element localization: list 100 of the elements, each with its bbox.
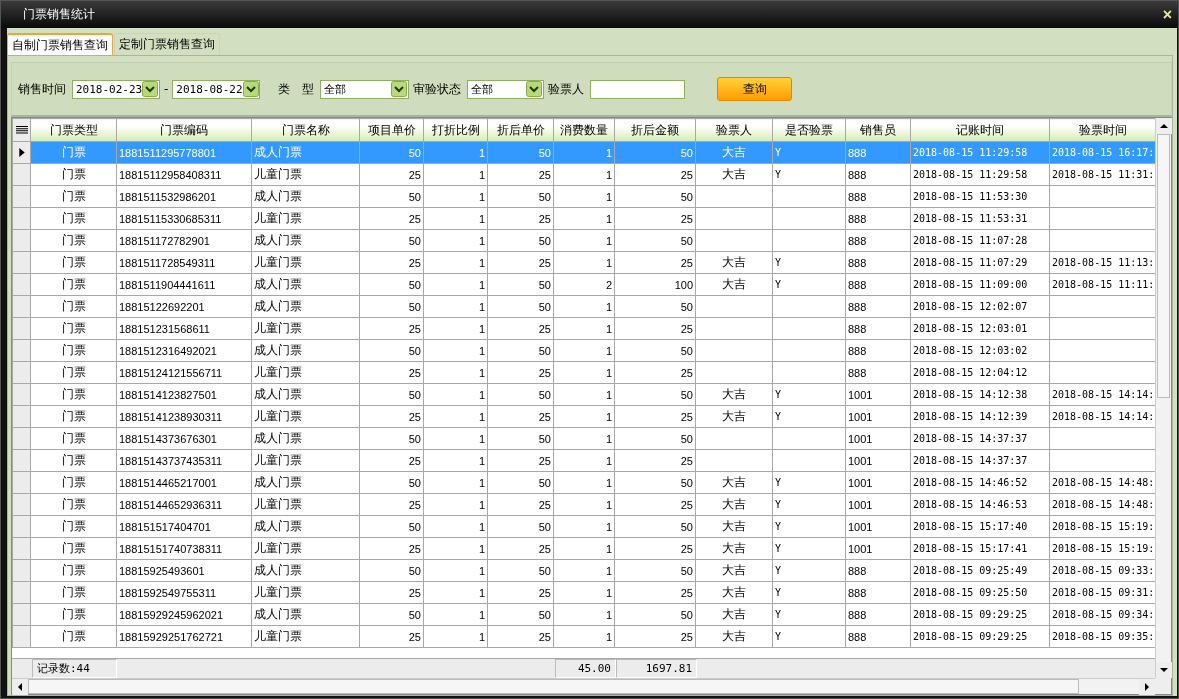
column-header[interactable]: 门票类型 (30, 118, 117, 142)
table-cell: Y (772, 251, 846, 274)
column-header[interactable]: 折后金额 (614, 118, 696, 142)
close-button[interactable]: × (1162, 6, 1172, 23)
quantity-total: 45.00 (555, 659, 616, 678)
column-header[interactable]: 消费数量 (553, 118, 615, 142)
table-cell: 1 (553, 559, 615, 582)
column-header[interactable]: 是否验票 (772, 118, 846, 142)
tab[interactable]: 自制门票销售查询 (7, 33, 113, 55)
table-cell: 1 (553, 449, 615, 472)
table-cell: 1 (553, 229, 615, 252)
range-separator: - (164, 82, 169, 96)
column-header[interactable]: 验票时间 (1049, 118, 1155, 142)
window-title: 门票销售统计 (23, 6, 95, 23)
table-cell: 成人门票 (251, 339, 360, 362)
table-cell: 18815151740738311 (116, 537, 252, 560)
table-cell: 1 (423, 427, 488, 450)
table-cell: 888 (845, 361, 911, 384)
query-button[interactable]: 查询 (717, 77, 793, 101)
table-cell: 儿童门票 (251, 361, 360, 384)
table-cell: 1 (423, 295, 488, 318)
table-cell: 50 (487, 383, 554, 406)
column-header[interactable]: 门票名称 (251, 118, 360, 142)
table-cell: 儿童门票 (251, 207, 360, 230)
table-cell: 1881511728549311 (116, 251, 252, 274)
table-cell: Y (772, 559, 846, 582)
table-cell: 25 (487, 251, 554, 274)
table-cell: 大吉 (695, 273, 773, 296)
table-cell: 成人门票 (251, 383, 360, 406)
table-cell: 25 (359, 317, 424, 340)
table-cell: 25 (487, 581, 554, 604)
table-cell: 888 (845, 185, 911, 208)
table-cell: 门票 (30, 625, 117, 648)
table-cell: 888 (845, 581, 911, 604)
table-cell: 2018-08-15 15:17:40 (910, 515, 1050, 538)
table-cell: 18815929245962021 (116, 603, 252, 626)
field-label: 类 型 (278, 80, 315, 98)
table-cell: 门票 (30, 273, 117, 296)
table-cell: 成人门票 (251, 273, 360, 296)
table-cell: 25 (614, 251, 696, 274)
table-cell: 1881592549755311 (116, 581, 252, 604)
column-header[interactable]: 销售员 (845, 118, 911, 142)
table-cell: 50 (359, 229, 424, 252)
table-cell: 25 (359, 581, 424, 604)
table-cell: 2018-08-15 11:53:31 (910, 207, 1050, 230)
table-cell: 门票 (30, 207, 117, 230)
table-cell: 18815122692201 (116, 295, 252, 318)
table-cell: 50 (487, 515, 554, 538)
table-cell: 2018-08-15 11:07:29 (910, 251, 1050, 274)
table-cell: 50 (359, 427, 424, 450)
column-header[interactable]: 项目单价 (359, 118, 424, 142)
column-header[interactable]: 打折比例 (423, 118, 488, 142)
table-cell: 2018-08-15 12:04:12 (910, 361, 1050, 384)
table-cell: 大吉 (695, 581, 773, 604)
table-cell: 1 (423, 625, 488, 648)
tab[interactable]: 定制门票销售查询 (114, 33, 220, 55)
table-cell: 18815929251762721 (116, 625, 252, 648)
table-cell: 门票 (30, 339, 117, 362)
table-cell: 25 (359, 625, 424, 648)
table-cell: 50 (359, 185, 424, 208)
table-cell: 大吉 (695, 471, 773, 494)
date-picker[interactable]: 2018-08-22 (172, 79, 261, 99)
table-cell: 儿童门票 (251, 493, 360, 516)
table-cell: 888 (845, 317, 911, 340)
table-cell: 门票 (30, 515, 117, 538)
table-cell: 门票 (30, 559, 117, 582)
table-cell: 2018-08-15 09:25:49 (910, 559, 1050, 582)
table-cell: 50 (614, 339, 696, 362)
column-header[interactable]: 记账时间 (910, 118, 1050, 142)
table-cell: 1 (423, 361, 488, 384)
column-header[interactable]: 验票人 (695, 118, 773, 142)
table-cell: 1001 (845, 427, 911, 450)
table-cell: 儿童门票 (251, 251, 360, 274)
table-cell: 门票 (30, 493, 117, 516)
table-cell: 25 (487, 405, 554, 428)
table-cell: 1001 (845, 383, 911, 406)
table-cell: 门票 (30, 361, 117, 384)
table-cell: 2018-08-15 11:07:28 (910, 229, 1050, 252)
table-cell: 1 (423, 471, 488, 494)
table-cell: 1 (553, 207, 615, 230)
type-dropdown[interactable]: 全部 (320, 79, 410, 99)
table-cell: 2018-08-15 09:29:25 (910, 625, 1050, 648)
table-cell: 25 (487, 361, 554, 384)
table-cell: 25 (614, 537, 696, 560)
table-cell: 1 (423, 339, 488, 362)
table-cell: 1 (423, 383, 488, 406)
table-cell: 门票 (30, 471, 117, 494)
table-cell: 2018-08-15 12:03:01 (910, 317, 1050, 340)
table-cell: Y (772, 471, 846, 494)
column-header[interactable]: 折后单价 (487, 118, 554, 142)
column-header[interactable]: 门票编码 (116, 118, 252, 142)
table-cell: 50 (614, 603, 696, 626)
table-cell: 1 (553, 383, 615, 406)
table-cell: 25 (487, 207, 554, 230)
table-cell: 成人门票 (251, 295, 360, 318)
status-dropdown[interactable]: 全部 (467, 79, 545, 99)
table-cell: Y (772, 273, 846, 296)
date-picker[interactable]: 2018-02-23 (72, 79, 160, 99)
table-cell: 1001 (845, 405, 911, 428)
table-cell: 25 (614, 449, 696, 472)
